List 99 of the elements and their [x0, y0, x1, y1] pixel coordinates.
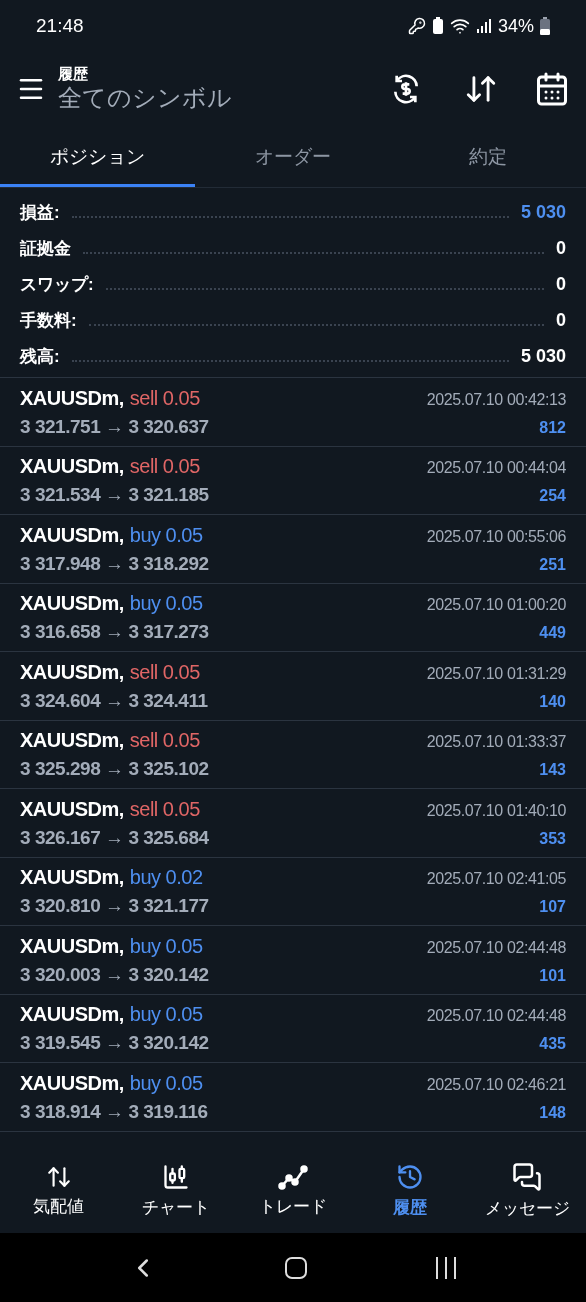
trade-profit: 254 [539, 486, 566, 506]
trade-row[interactable]: XAUUSDm, buy 0.05 2025.07.10 01:00:20 3 316.658 → 3 317.273 449 [0, 583, 586, 652]
trade-order: buy 0.05 [129, 591, 203, 616]
summary-value: 0 [556, 237, 566, 260]
wifi-icon [449, 16, 470, 36]
trade-time: 2025.07.10 02:41:05 [426, 869, 566, 889]
recents-icon[interactable] [434, 1256, 459, 1279]
home-icon[interactable] [285, 1256, 307, 1279]
status-time: 21:48 [36, 13, 84, 38]
trade-prices: 3 326.167 → 3 325.684 [20, 825, 209, 850]
trade-prices: 3 321.751 → 3 320.637 [20, 414, 209, 439]
trade-time: 2025.07.10 02:44:48 [426, 937, 566, 958]
signal-icon [475, 18, 492, 34]
trade-time: 2025.07.10 01:33:37 [426, 732, 566, 752]
trade-row[interactable]: XAUUSDm, buy 0.05 2025.07.10 02:46:21 3 318.914 → 3 319.116 148 [0, 1063, 586, 1132]
trade-profit: 148 [539, 1102, 566, 1123]
trade-prices: 3 317.948 → 3 318.292 [20, 551, 209, 576]
candlestick-icon [161, 1162, 190, 1191]
trade-profit: 143 [539, 760, 566, 780]
trade-time: 2025.07.10 01:31:29 [426, 663, 566, 684]
trade-order: sell 0.05 [129, 728, 200, 753]
nav-tab[interactable]: チャート [117, 1150, 235, 1233]
trade-symbol: XAUUSDm, [20, 659, 124, 685]
trade-prices: 3 316.658 → 3 317.273 [20, 620, 209, 644]
tab[interactable]: オーダー [195, 130, 391, 187]
trade-prices: 3 319.545 → 3 320.142 [20, 1031, 209, 1055]
trade-symbol: XAUUSDm, [20, 454, 124, 479]
trade-row[interactable]: XAUUSDm, buy 0.05 2025.07.10 02:44:48 3 320.003 → 3 320.142 101 [0, 926, 586, 995]
trade-time: 2025.07.10 01:00:20 [426, 595, 566, 615]
trade-row[interactable]: XAUUSDm, buy 0.05 2025.07.10 00:55:06 3 317.948 → 3 318.292 251 [0, 515, 586, 584]
battery-icon [540, 17, 550, 35]
trade-symbol: XAUUSDm, [20, 591, 124, 616]
trade-prices: 3 320.810 → 3 321.177 [20, 894, 209, 918]
trade-order: buy 0.05 [129, 1070, 203, 1096]
messages-icon [512, 1161, 543, 1192]
trade-order: sell 0.05 [129, 454, 200, 479]
trade-symbol: XAUUSDm, [20, 865, 124, 890]
summary-label: 損益: [20, 201, 60, 224]
summary-label: 証拠金 [20, 237, 71, 260]
trade-symbol: XAUUSDm, [20, 796, 124, 822]
nav-tab[interactable]: 気配値 [0, 1150, 118, 1233]
summary-value: 0 [556, 273, 566, 296]
trade-profit: 107 [539, 897, 566, 917]
summary-value: 5 030 [520, 345, 566, 368]
trade-order: buy 0.05 [129, 933, 203, 959]
trade-row[interactable]: XAUUSDm, sell 0.05 2025.07.10 00:44:04 3 321.534 → 3 321.185 254 [0, 446, 586, 515]
trade-symbol: XAUUSDm, [20, 522, 124, 548]
trade-profit: 812 [539, 417, 566, 438]
summary-label: 残高: [20, 345, 60, 368]
trade-symbol: XAUUSDm, [20, 728, 124, 753]
trade-row[interactable]: XAUUSDm, buy 0.02 2025.07.10 02:41:05 3 320.810 → 3 321.177 107 [0, 857, 586, 926]
summary-value: 0 [556, 309, 566, 332]
summary-label: 手数料: [20, 309, 77, 332]
trade-prices: 3 325.298 → 3 325.102 [20, 757, 209, 781]
tab[interactable]: ポジション [0, 130, 196, 187]
trade-row[interactable]: XAUUSDm, buy 0.05 2025.07.10 02:44:48 3 319.545 → 3 320.142 435 [0, 994, 586, 1063]
trade-row[interactable]: XAUUSDm, sell 0.05 2025.07.10 01:40:10 3 326.167 → 3 325.684 353 [0, 789, 586, 858]
nav-tab[interactable]: トレード [234, 1150, 352, 1233]
nav-tab[interactable]: 履歴 [351, 1150, 469, 1233]
trade-order: buy 0.05 [129, 522, 203, 548]
history-icon [396, 1162, 425, 1191]
trade-profit: 435 [539, 1034, 566, 1054]
calendar-icon[interactable] [534, 71, 570, 107]
trade-symbol: XAUUSDm, [20, 1002, 124, 1027]
line-chart-icon [278, 1163, 308, 1190]
trade-order: buy 0.05 [129, 1002, 203, 1027]
trade-order: sell 0.05 [129, 385, 200, 411]
summary-label: スワップ: [20, 273, 94, 296]
trade-order: buy 0.02 [129, 865, 203, 890]
summary-value: 5 030 [520, 201, 566, 224]
trade-time: 2025.07.10 02:44:48 [426, 1006, 566, 1026]
trade-profit: 251 [539, 554, 566, 575]
trade-prices: 3 320.003 → 3 320.142 [20, 962, 209, 987]
trade-row[interactable]: XAUUSDm, sell 0.05 2025.07.10 01:33:37 3 325.298 → 3 325.102 143 [0, 720, 586, 789]
trade-profit: 101 [539, 965, 566, 986]
key-icon [407, 17, 426, 35]
trade-order: sell 0.05 [129, 796, 200, 822]
trade-time: 2025.07.10 02:46:21 [426, 1074, 566, 1095]
trade-symbol: XAUUSDm, [20, 385, 124, 411]
battery-percent: 34% [497, 14, 534, 38]
trade-profit: 449 [539, 623, 566, 643]
trade-row[interactable]: XAUUSDm, sell 0.05 2025.07.10 01:31:29 3 324.604 → 3 324.411 140 [0, 652, 586, 721]
header-subtitle: 履歴 [58, 64, 89, 84]
header-title: 全てのシンボル [58, 83, 232, 114]
trade-prices: 3 318.914 → 3 319.116 [20, 1099, 208, 1124]
trade-time: 2025.07.10 00:55:06 [426, 526, 566, 547]
trade-profit: 140 [539, 691, 566, 712]
tab[interactable]: 約定 [390, 130, 586, 187]
trade-symbol: XAUUSDm, [20, 1070, 124, 1096]
trade-symbol: XAUUSDm, [20, 933, 124, 959]
trade-order: sell 0.05 [129, 659, 200, 685]
trade-prices: 3 321.534 → 3 321.185 [20, 483, 209, 507]
trade-prices: 3 324.604 → 3 324.411 [20, 688, 208, 713]
trade-time: 2025.07.10 01:40:10 [426, 800, 566, 821]
trade-time: 2025.07.10 00:44:04 [426, 458, 566, 478]
nav-tab[interactable]: メッセージ [468, 1150, 586, 1233]
trade-time: 2025.07.10 00:42:13 [426, 389, 566, 410]
trade-profit: 353 [539, 828, 566, 849]
trade-row[interactable]: XAUUSDm, sell 0.05 2025.07.10 00:42:13 3 321.751 → 3 320.637 812 [0, 378, 586, 447]
